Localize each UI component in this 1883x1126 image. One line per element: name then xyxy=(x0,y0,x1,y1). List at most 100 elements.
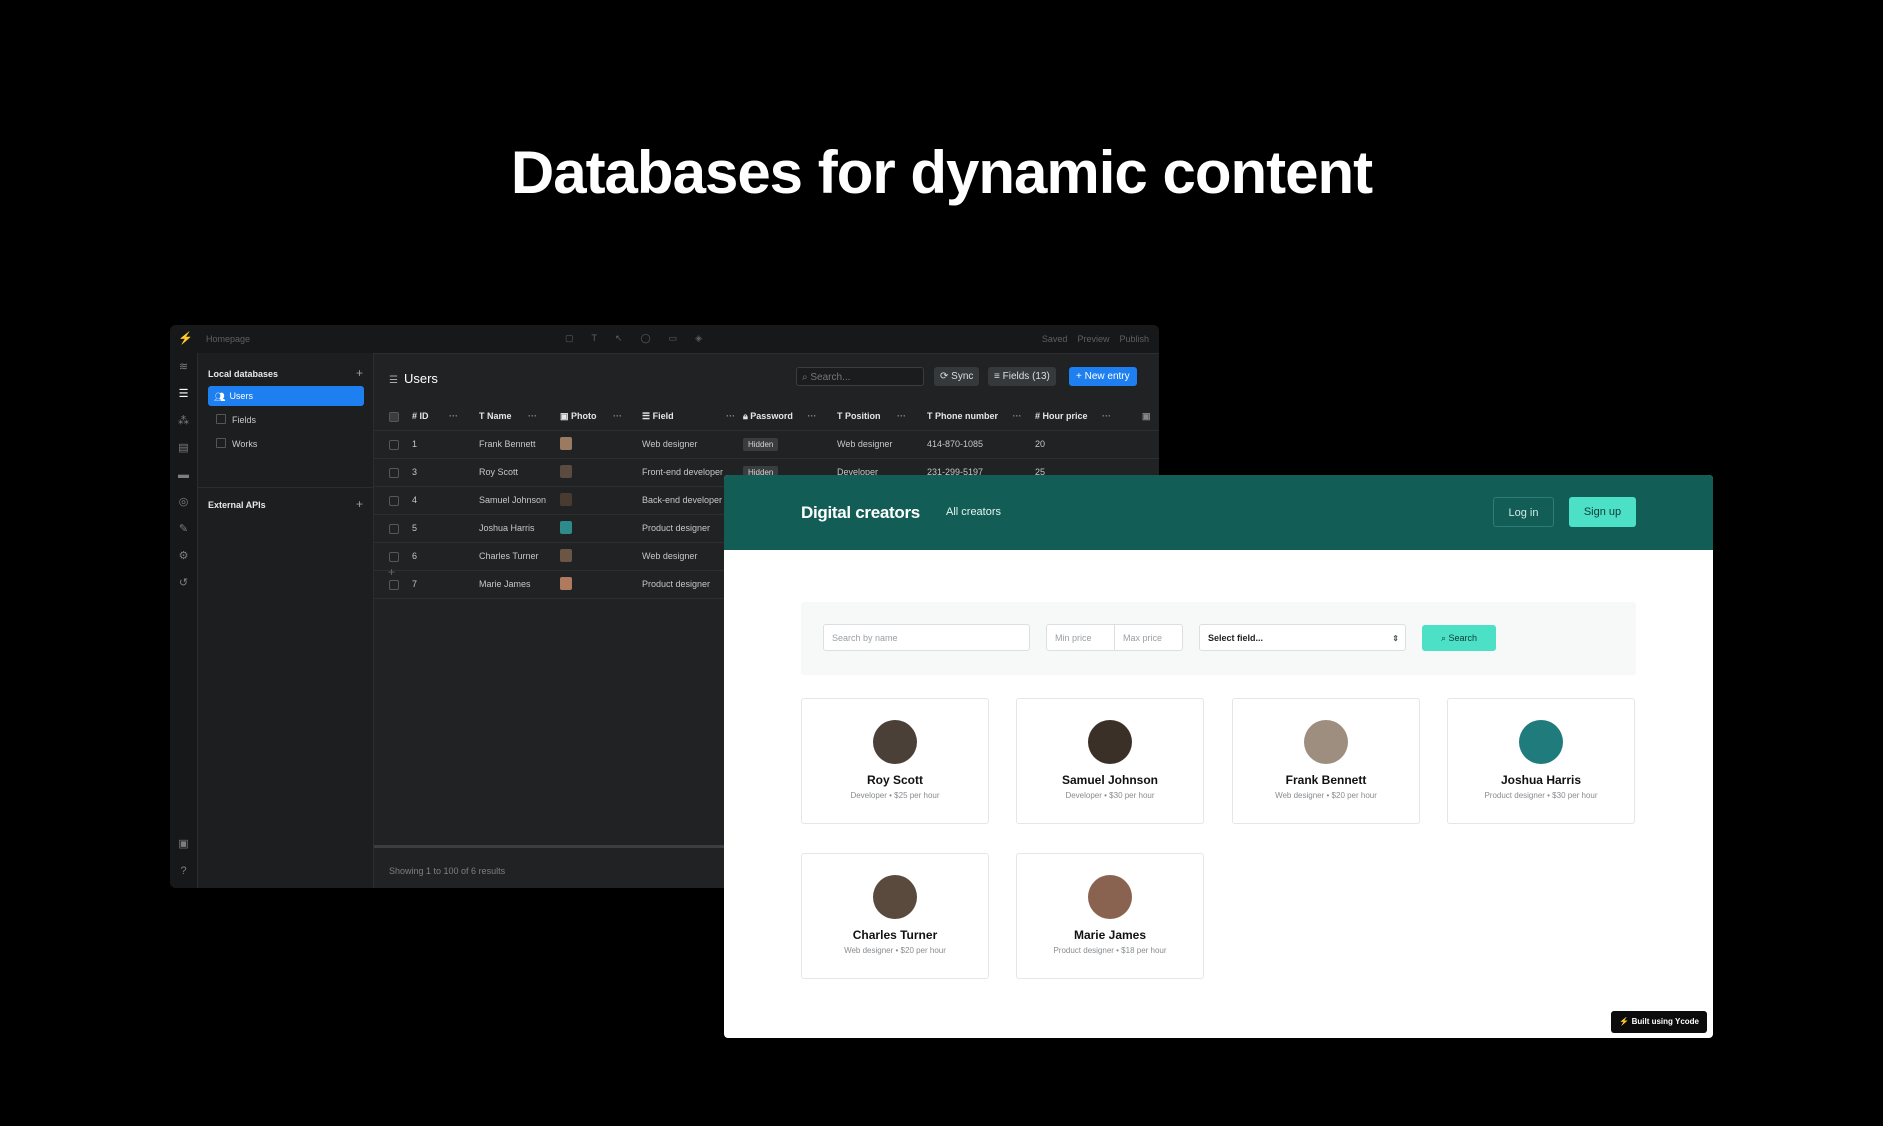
layers-icon[interactable]: ≋ xyxy=(177,361,190,374)
select-all-checkbox[interactable] xyxy=(389,412,399,422)
ycode-logo-icon: ⚡ xyxy=(1619,1017,1632,1026)
layers-tool-icon[interactable]: ◈ xyxy=(695,333,702,344)
photo-thumbnail xyxy=(560,493,572,506)
column-header-phone[interactable]: T Phone number ··· xyxy=(927,403,1022,430)
insert-toolbar: ▢ T ↖ ◯ ▭ ◈ xyxy=(565,333,702,344)
creator-card[interactable]: Charles Turner Web designer • $20 per ho… xyxy=(801,853,989,979)
sidebar-item-fields[interactable]: Fields xyxy=(208,410,364,430)
column-header-more[interactable]: ▣ xyxy=(1142,403,1151,430)
signup-button[interactable]: Sign up xyxy=(1569,497,1636,527)
docs-icon[interactable]: ▣ xyxy=(177,838,190,851)
more-icon[interactable]: ··· xyxy=(897,411,906,421)
more-icon[interactable]: ··· xyxy=(807,411,816,421)
cursor-tool-icon[interactable]: ↖ xyxy=(615,333,623,344)
site-navbar: Digital creators All creators Log in Sig… xyxy=(724,475,1713,550)
folder-tool-icon[interactable]: ▭ xyxy=(669,333,678,344)
column-header-name[interactable]: T Name ··· xyxy=(479,403,537,430)
page-selector[interactable]: Homepage xyxy=(206,334,250,344)
new-entry-button[interactable]: + New entry xyxy=(1069,367,1137,386)
sidebar-item-users[interactable]: 👥︎ Users xyxy=(208,386,364,406)
comment-tool-icon[interactable]: ◯ xyxy=(641,333,651,344)
select-arrows-icon: ⇕ xyxy=(1392,634,1399,643)
filter-bar: Search by name Min price Max price Selec… xyxy=(801,602,1636,675)
row-checkbox[interactable] xyxy=(389,580,399,590)
text-tool-icon[interactable]: T xyxy=(592,333,598,344)
avatar xyxy=(1519,720,1563,764)
creator-card[interactable]: Joshua Harris Product designer • $30 per… xyxy=(1447,698,1635,824)
column-header-id[interactable]: # ID ··· xyxy=(412,403,458,430)
settings-icon[interactable]: ⚙ xyxy=(177,550,190,563)
column-header-position[interactable]: T Position ··· xyxy=(837,403,906,430)
cell-photo xyxy=(560,487,572,514)
photo-thumbnail xyxy=(560,437,572,450)
more-icon[interactable]: ··· xyxy=(449,411,458,421)
column-header-field[interactable]: ☰ Field ··· xyxy=(642,403,735,430)
search-button[interactable]: ⌕ Search xyxy=(1422,625,1496,651)
creator-meta: Developer • $25 per hour xyxy=(850,791,940,800)
integrations-icon[interactable]: ◎ xyxy=(177,496,190,509)
row-checkbox[interactable] xyxy=(389,468,399,478)
column-header-hour-price[interactable]: # Hour price ··· xyxy=(1035,403,1111,430)
ycode-logo-icon[interactable]: ⚡ xyxy=(178,332,193,345)
min-price-input[interactable]: Min price xyxy=(1046,624,1115,651)
help-icon[interactable]: ? xyxy=(177,865,190,878)
row-checkbox[interactable] xyxy=(389,496,399,506)
add-api-icon[interactable]: + xyxy=(356,497,363,511)
avatar xyxy=(1088,720,1132,764)
search-by-name-input[interactable]: Search by name xyxy=(823,624,1030,651)
column-header-password[interactable]: 🔒︎ Password ··· xyxy=(743,403,816,430)
column-label: ID xyxy=(419,411,429,421)
more-icon[interactable]: ··· xyxy=(726,411,735,421)
history-icon[interactable]: ↺ xyxy=(177,577,190,590)
cell-field: Back-end developer xyxy=(642,495,723,505)
built-with-badge[interactable]: ⚡ Built using Ycode xyxy=(1611,1011,1707,1033)
column-header-photo[interactable]: ▣ Photo ··· xyxy=(560,403,622,430)
creator-name: Samuel Johnson xyxy=(1061,773,1159,787)
table-search-input[interactable]: ⌕ Search... xyxy=(796,367,924,386)
column-label: Hour price xyxy=(1042,411,1088,421)
nav-link-all-creators[interactable]: All creators xyxy=(946,506,1001,518)
creator-card[interactable]: Frank Bennett Web designer • $20 per hou… xyxy=(1232,698,1420,824)
editor-topbar: ⚡ Homepage ▢ T ↖ ◯ ▭ ◈ Saved Preview Pub… xyxy=(170,325,1159,354)
fields-button[interactable]: ≡ Fields (13) xyxy=(988,367,1056,386)
sidebar-item-label: Works xyxy=(232,439,258,449)
photo-thumbnail xyxy=(560,549,572,562)
assets-icon[interactable]: ▬ xyxy=(177,469,190,482)
sidebar-item-works[interactable]: Works xyxy=(208,434,364,454)
row-checkbox[interactable] xyxy=(389,552,399,562)
sync-button[interactable]: ⟳ Sync xyxy=(934,367,980,386)
website-preview: Digital creators All creators Log in Sig… xyxy=(724,475,1713,1038)
field-select[interactable]: Select field... ⇕ xyxy=(1199,624,1406,651)
table-title-text: Users xyxy=(403,371,438,386)
cell-field: Product designer xyxy=(642,523,711,533)
creator-card[interactable]: Roy Scott Developer • $25 per hour xyxy=(801,698,989,824)
more-icon[interactable]: ··· xyxy=(1102,411,1111,421)
creator-card[interactable]: Marie James Product designer • $18 per h… xyxy=(1016,853,1204,979)
creator-name: Marie James xyxy=(1073,928,1147,942)
pages-icon[interactable]: ▤ xyxy=(177,442,190,455)
row-checkbox[interactable] xyxy=(389,440,399,450)
components-icon[interactable]: ⁂ xyxy=(177,415,190,428)
database-icon[interactable]: ☰ xyxy=(177,388,190,401)
add-database-icon[interactable]: + xyxy=(356,366,363,380)
add-row-icon[interactable]: + xyxy=(388,565,395,579)
avatar xyxy=(1088,875,1132,919)
column-label: Photo xyxy=(571,411,597,421)
more-icon[interactable]: ··· xyxy=(613,411,622,421)
cell-field: Web designer xyxy=(642,551,698,561)
box-tool-icon[interactable]: ▢ xyxy=(565,333,574,344)
fields-label: Fields (13) xyxy=(1002,371,1050,382)
creator-card[interactable]: Samuel Johnson Developer • $30 per hour xyxy=(1016,698,1204,824)
cell-id: 1 xyxy=(412,439,418,449)
site-brand[interactable]: Digital creators xyxy=(801,503,920,523)
preview-button[interactable]: Preview xyxy=(1077,334,1109,344)
row-checkbox[interactable] xyxy=(389,524,399,534)
login-button[interactable]: Log in xyxy=(1493,497,1554,527)
max-price-input[interactable]: Max price xyxy=(1114,624,1183,651)
table-row[interactable]: 1 Frank Bennett Web designer Hidden Web … xyxy=(374,431,1159,459)
publish-button[interactable]: Publish xyxy=(1119,334,1149,344)
more-icon[interactable]: ··· xyxy=(528,411,537,421)
editor-icon-rail: ≋ ☰ ⁂ ▤ ▬ ◎ ✎ ⚙ ↺ ▣ ? ▭ xyxy=(170,353,198,888)
more-icon[interactable]: ··· xyxy=(1013,411,1022,421)
design-icon[interactable]: ✎ xyxy=(177,523,190,536)
